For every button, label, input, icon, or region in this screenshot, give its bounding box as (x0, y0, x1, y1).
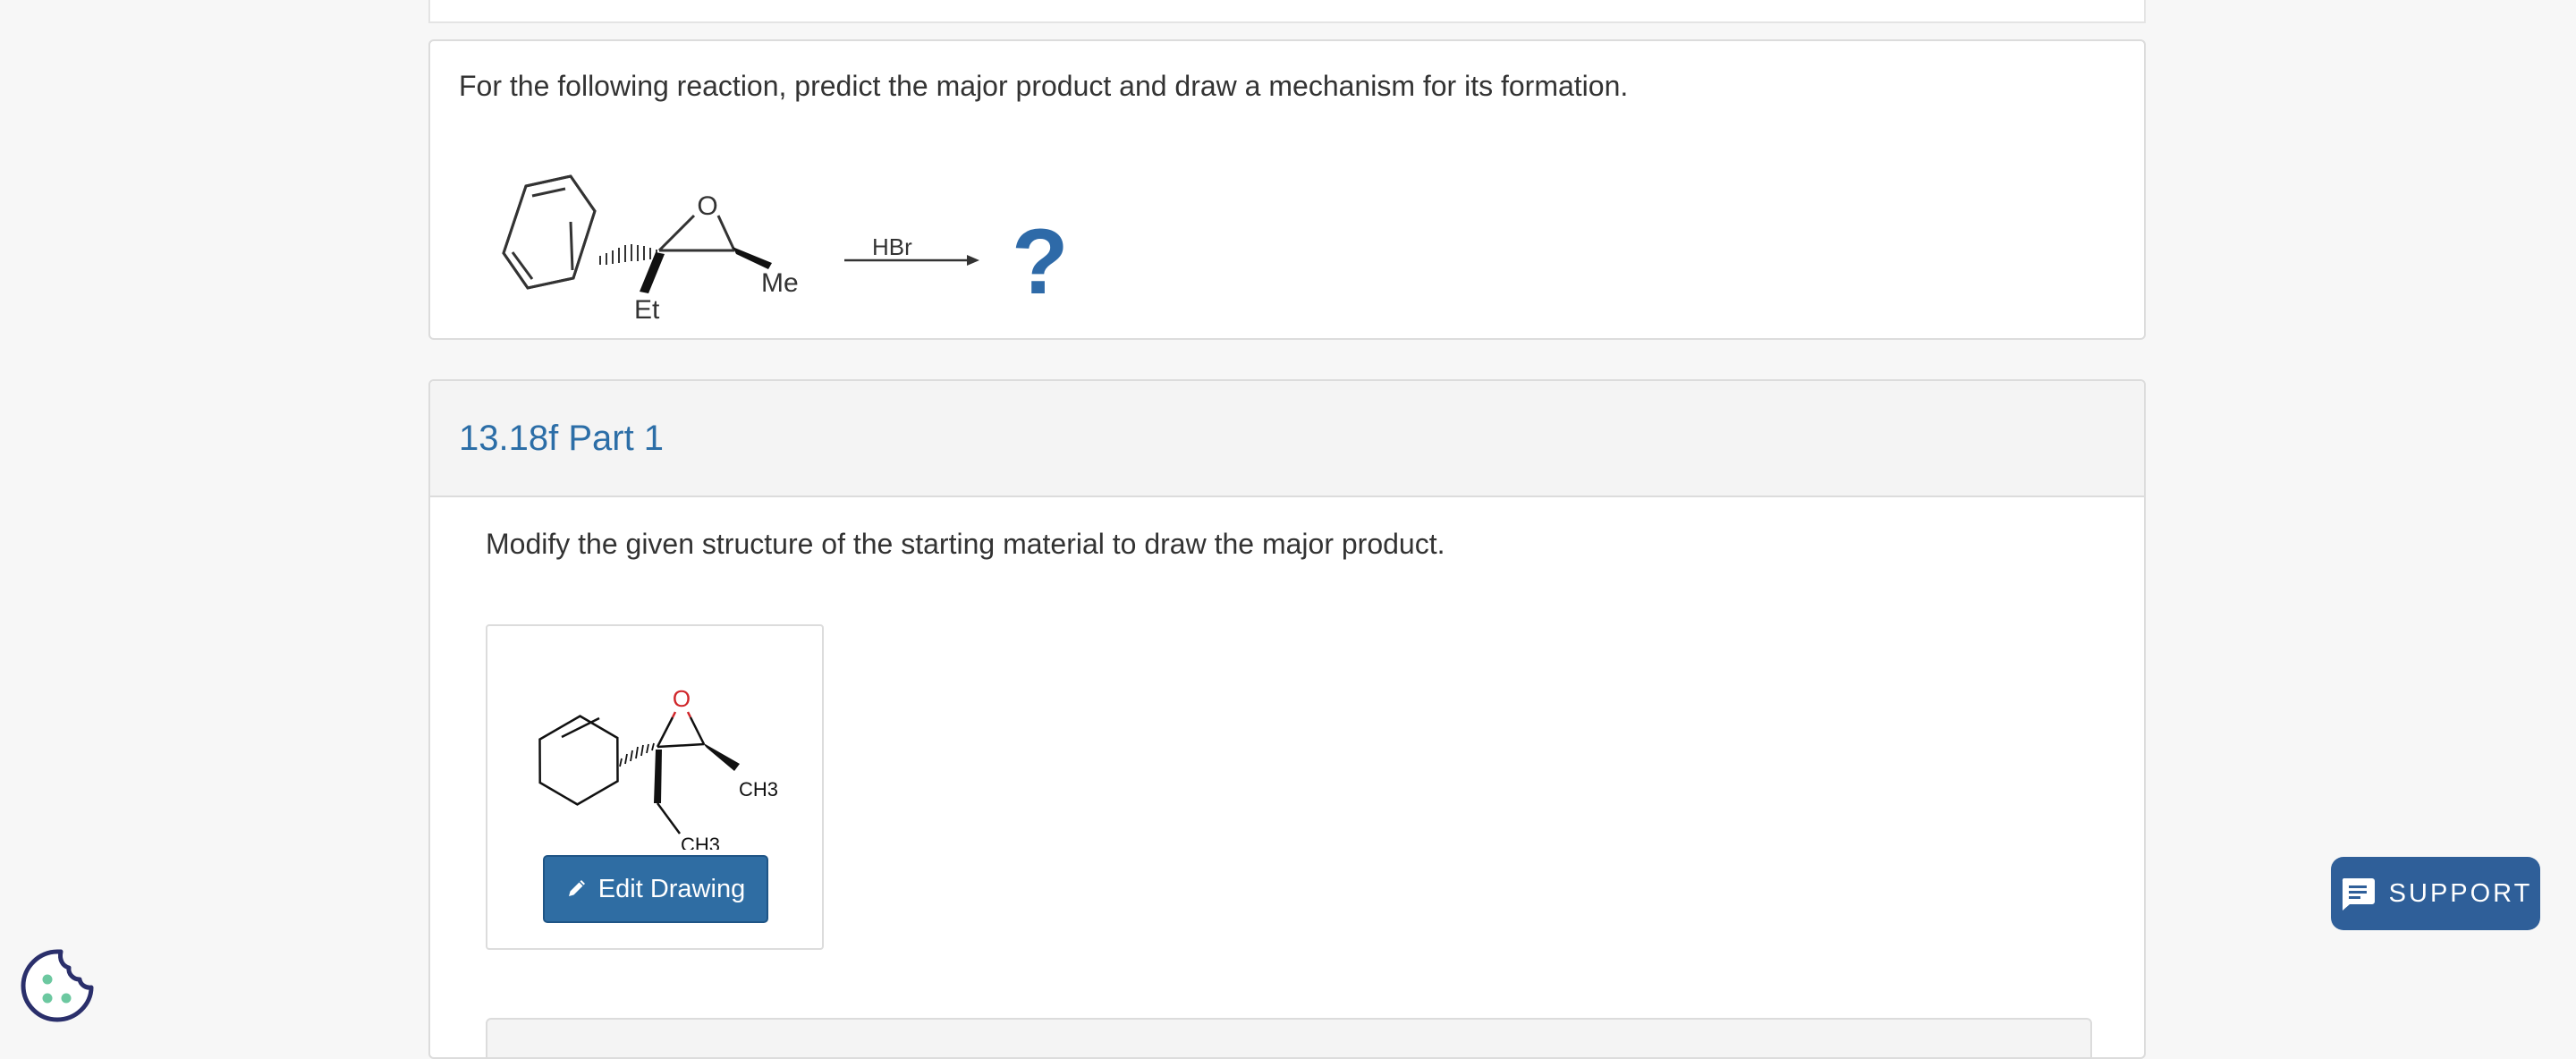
drawing-benzene-ring (538, 715, 619, 806)
part-card: 13.18f Part 1 Modify the given structure… (428, 379, 2146, 1059)
cookie-icon (21, 949, 94, 1022)
ethyl-label: Et (634, 295, 660, 325)
drawing-methyl-label-upper: CH3 (739, 778, 778, 801)
methyl-label: Me (761, 268, 799, 298)
next-section-card (486, 1018, 2092, 1057)
product-question-mark: ? (1012, 210, 1069, 314)
drawing-ethyl-wedge (654, 750, 662, 803)
edit-drawing-label: Edit Drawing (597, 874, 746, 903)
drawing-methyl-wedge (702, 742, 740, 771)
question-card: For the following reaction, predict the … (428, 39, 2146, 340)
drawing-ethyl-bond (656, 802, 682, 834)
part-title: 13.18f Part 1 (459, 419, 665, 458)
drawing-hashed-wedge (619, 742, 655, 767)
drawing-box: O CH3 CH3 Edit Drawing (486, 624, 824, 950)
methyl-wedge-bond (733, 247, 772, 269)
edit-drawing-button[interactable]: Edit Drawing (543, 855, 768, 923)
hashed-wedge-bond (599, 244, 657, 265)
cookie-settings-button[interactable] (18, 946, 97, 1029)
epoxide-oxygen-label: O (697, 191, 717, 221)
part-instruction: Modify the given structure of the starti… (486, 528, 1445, 560)
chat-message-icon (2342, 878, 2375, 911)
starting-material-drawing: O CH3 CH3 (538, 685, 778, 850)
drawing-oxygen-label: O (673, 685, 691, 712)
reaction-scheme: O Et Me HBr ? (502, 174, 1069, 325)
support-label: SUPPORT (2388, 878, 2533, 908)
question-text: For the following reaction, predict the … (459, 70, 1629, 102)
part-header: 13.18f Part 1 (430, 381, 2144, 497)
pencil-icon (568, 880, 585, 896)
drawing-epoxide-ring (656, 711, 706, 749)
support-button[interactable]: SUPPORT (2331, 857, 2540, 930)
drawing-methyl-label-lower: CH3 (681, 834, 720, 850)
previous-card-edge (428, 0, 2146, 23)
reagent-label: HBr (872, 233, 912, 260)
